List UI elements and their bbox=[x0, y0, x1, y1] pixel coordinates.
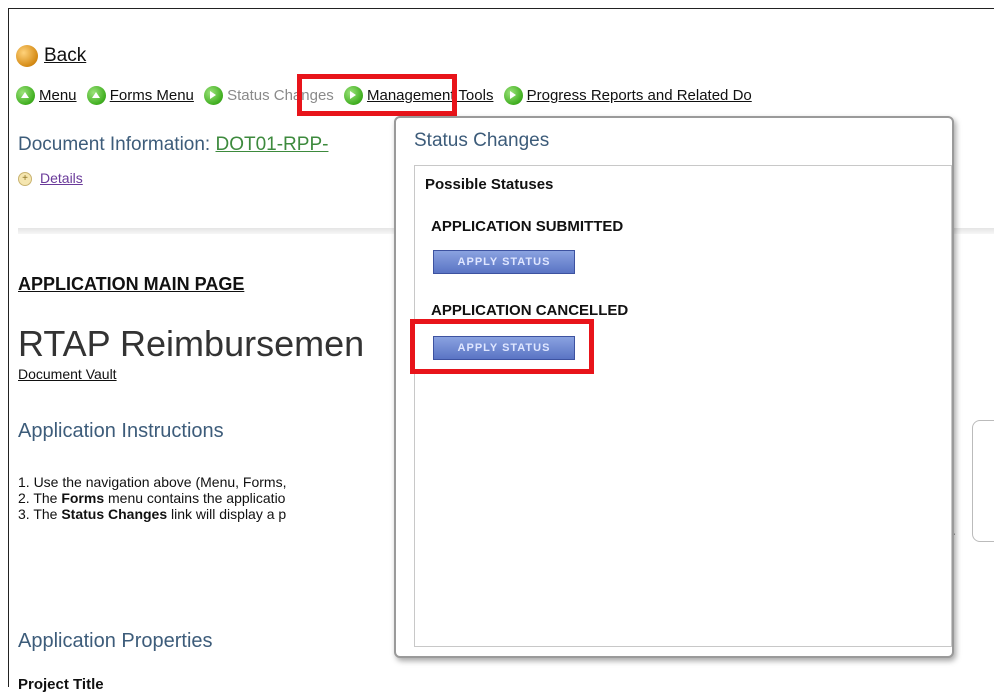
nav-menu[interactable]: Menu bbox=[39, 87, 77, 104]
highlight-status-changes bbox=[297, 74, 457, 116]
document-id-link[interactable]: DOT01-RPP- bbox=[215, 134, 328, 155]
instructions-heading: Application Instructions bbox=[18, 420, 224, 442]
document-vault-link[interactable]: Document Vault bbox=[18, 366, 117, 382]
back-link[interactable]: Back bbox=[16, 45, 86, 67]
details-toggle[interactable]: + Details bbox=[18, 170, 83, 187]
arrow-up-icon bbox=[86, 86, 106, 105]
application-title: RTAP Reimbursemen bbox=[18, 323, 365, 364]
properties-heading: Application Properties bbox=[18, 630, 213, 652]
back-label[interactable]: Back bbox=[44, 45, 86, 66]
project-title-label: Project Title bbox=[18, 676, 104, 693]
back-circle-icon bbox=[16, 45, 38, 67]
nav-forms-menu[interactable]: Forms Menu bbox=[110, 87, 194, 104]
status-application-submitted: APPLICATION SUBMITTED bbox=[431, 218, 624, 235]
instruction-step-1: 1. Use the navigation above (Menu, Forms… bbox=[18, 474, 287, 490]
arrow-up-icon bbox=[16, 86, 35, 105]
side-panel-edge bbox=[972, 420, 994, 542]
highlight-apply-cancelled bbox=[410, 319, 594, 374]
apply-status-submitted-button[interactable]: APPLY STATUS bbox=[433, 250, 575, 274]
arrow-right-icon bbox=[204, 86, 224, 105]
status-application-cancelled: APPLICATION CANCELLED bbox=[431, 302, 629, 319]
expand-icon: + bbox=[18, 172, 32, 187]
possible-statuses-panel: Possible Statuses APPLICATION SUBMITTED … bbox=[414, 165, 952, 647]
popup-title: Status Changes bbox=[414, 130, 550, 151]
details-link[interactable]: Details bbox=[40, 170, 83, 186]
instruction-step-2: 2. The Forms menu contains the applicati… bbox=[18, 490, 286, 506]
page-title: APPLICATION MAIN PAGE bbox=[18, 274, 245, 294]
document-info-label: Document Information: bbox=[18, 134, 211, 155]
possible-statuses-heading: Possible Statuses bbox=[425, 176, 554, 193]
instructions-list: 1. Use the navigation above (Menu, Forms… bbox=[18, 474, 286, 522]
arrow-right-icon bbox=[503, 86, 523, 105]
document-information: Document Information: DOT01-RPP- bbox=[18, 134, 328, 156]
nav-progress-reports[interactable]: Progress Reports and Related Do bbox=[527, 87, 752, 104]
status-changes-popup: Status Changes Possible Statuses APPLICA… bbox=[394, 116, 954, 658]
instruction-step-3: 3. The Status Changes link will display … bbox=[18, 506, 287, 522]
